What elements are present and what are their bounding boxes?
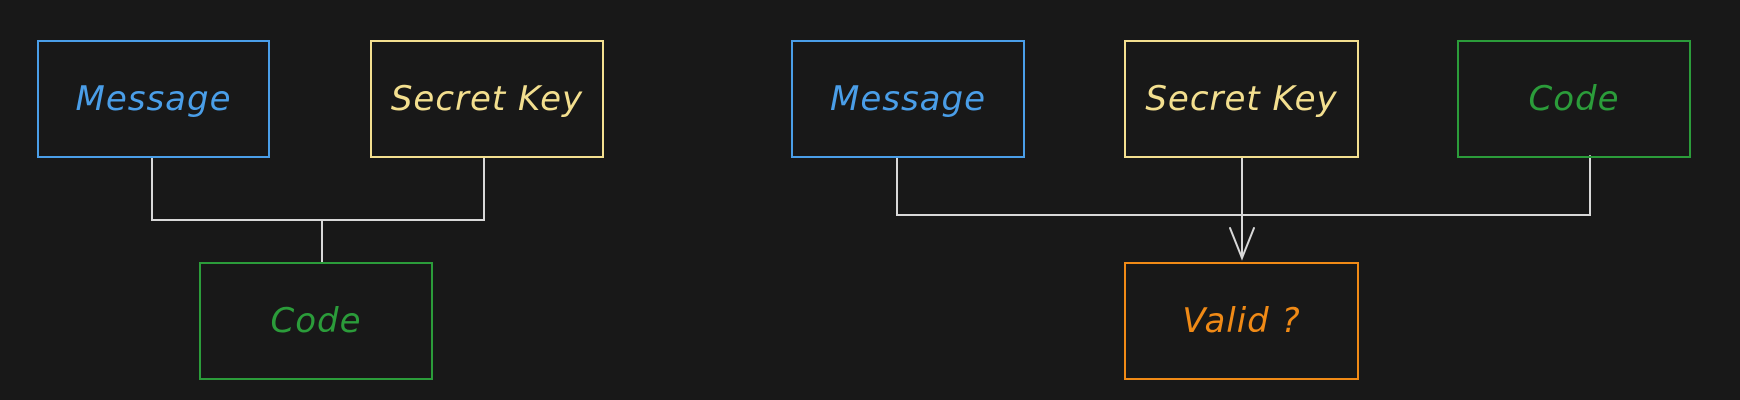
left-message-connector	[151, 157, 485, 221]
left-secret-key-label: Secret Key	[390, 79, 584, 119]
right-secret-key-label: Secret Key	[1145, 79, 1338, 119]
right-bus-connector	[896, 155, 1591, 216]
valid-label: Valid ?	[1182, 301, 1301, 341]
diagram-canvas: Message Secret Key Code Message Secret K…	[0, 0, 1740, 400]
right-code-label: Code	[1528, 79, 1620, 119]
right-message-label: Message	[829, 79, 986, 119]
right-code-box: Code	[1457, 40, 1691, 158]
left-code-label: Code	[270, 301, 362, 341]
left-code-box: Code	[199, 262, 433, 380]
right-secret-key-box: Secret Key	[1124, 40, 1359, 158]
valid-box: Valid ?	[1124, 262, 1359, 380]
left-secret-key-box: Secret Key	[370, 40, 604, 158]
left-message-box: Message	[37, 40, 270, 158]
right-message-box: Message	[791, 40, 1025, 158]
left-message-label: Message	[75, 79, 232, 119]
